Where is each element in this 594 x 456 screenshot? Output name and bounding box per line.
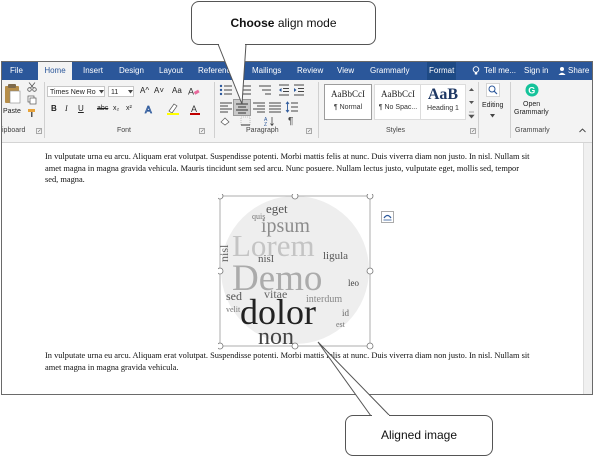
callout-aligned-image: Aligned image (345, 415, 493, 456)
callout-pointers (217, 43, 392, 417)
callout-choose-align-mode: Choose align mode (191, 1, 376, 45)
callout-bold-text: Choose (230, 16, 275, 30)
callout-text: align mode (274, 16, 337, 30)
